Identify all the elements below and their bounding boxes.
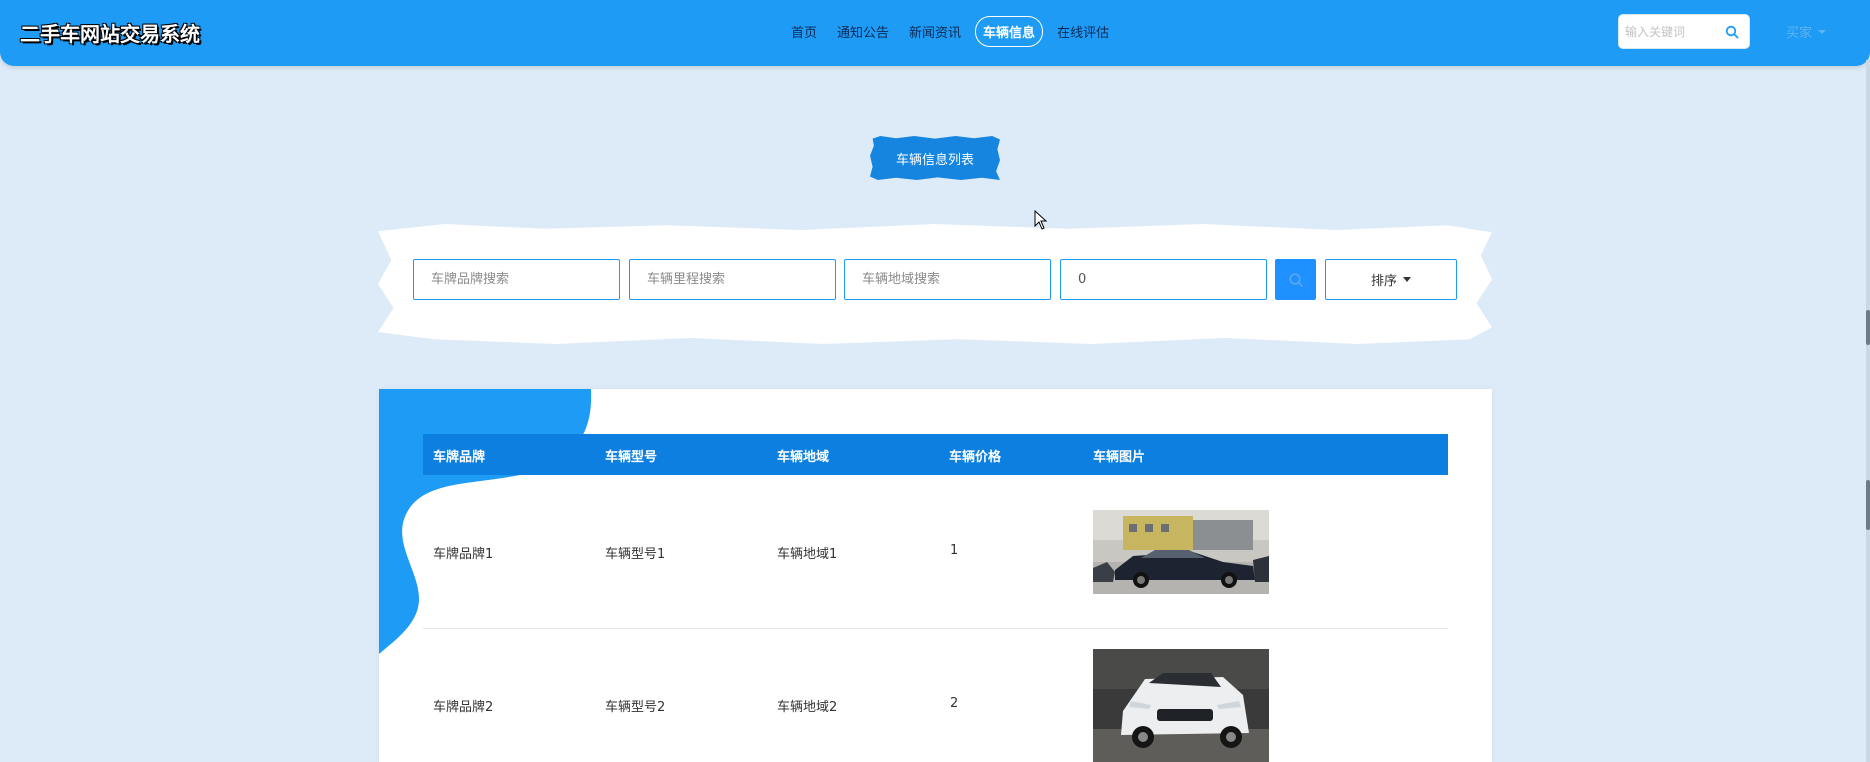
row-2-price[interactable]: 2 — [950, 696, 958, 711]
column-header-brand[interactable]: 车牌品牌 — [433, 446, 485, 465]
price-search-input[interactable] — [1060, 259, 1267, 300]
row-2-model[interactable]: 车辆型号2 — [605, 696, 665, 715]
mouse-cursor-icon — [1034, 210, 1048, 230]
table-header-row: 车牌品牌 车辆型号 车辆地域 车辆价格 车辆图片 — [423, 434, 1448, 475]
nav-item-vehicles[interactable]: 车辆信息 — [975, 15, 1044, 47]
user-menu-label: 买家 — [1786, 26, 1813, 41]
row-2-region[interactable]: 车辆地域2 — [777, 696, 837, 715]
row-1-brand[interactable]: 车牌品牌1 — [433, 543, 493, 562]
main-nav: 首页 通知公告 新闻资讯 车辆信息 在线评估 — [785, 15, 1115, 47]
caret-down-icon — [1403, 277, 1411, 282]
search-icon[interactable] — [1725, 25, 1739, 39]
mileage-search-input[interactable] — [629, 259, 836, 300]
user-menu[interactable]: 买家 — [1786, 22, 1827, 41]
brand-search-input[interactable] — [413, 259, 620, 300]
row-1-price[interactable]: 1 — [950, 543, 958, 558]
sort-label: 排序 — [1370, 274, 1397, 289]
nav-item-news[interactable]: 新闻资讯 — [903, 18, 967, 45]
chevron-down-icon — [1818, 29, 1827, 34]
header-search-input[interactable] — [1625, 23, 1725, 41]
row-2-brand[interactable]: 车牌品牌2 — [433, 696, 493, 715]
nav-item-notices[interactable]: 通知公告 — [831, 18, 895, 45]
region-search-input[interactable] — [844, 259, 1051, 300]
row-1-region[interactable]: 车辆地域1 — [777, 543, 837, 562]
nav-item-evaluation[interactable]: 在线评估 — [1051, 18, 1115, 45]
header-search-box — [1618, 14, 1750, 49]
site-title[interactable]: 二手车网站交易系统 — [20, 18, 200, 47]
column-header-price[interactable]: 车辆价格 — [949, 446, 1001, 465]
column-header-model[interactable]: 车辆型号 — [605, 446, 657, 465]
top-navbar: 二手车网站交易系统 首页 通知公告 新闻资讯 车辆信息 在线评估 买家 — [0, 0, 1870, 66]
section-title: 车辆信息列表 — [870, 136, 1000, 180]
column-header-region[interactable]: 车辆地域 — [777, 446, 829, 465]
row-2-car-image[interactable] — [1093, 649, 1269, 762]
sort-dropdown-button[interactable]: 排序 — [1325, 259, 1457, 300]
search-icon — [1288, 272, 1303, 287]
scrollbar-thumb[interactable] — [1866, 310, 1870, 345]
column-header-image[interactable]: 车辆图片 — [1093, 446, 1145, 465]
row-divider — [423, 628, 1448, 629]
search-button[interactable] — [1275, 259, 1316, 300]
scrollbar-thumb-secondary[interactable] — [1866, 480, 1870, 530]
page-scrollbar[interactable] — [1866, 60, 1870, 762]
decorative-blob — [379, 389, 592, 654]
vehicle-table-card: 车牌品牌 车辆型号 车辆地域 车辆价格 车辆图片 车牌品牌1 车辆型号1 车辆地… — [379, 389, 1492, 762]
nav-item-home[interactable]: 首页 — [785, 18, 823, 45]
row-1-model[interactable]: 车辆型号1 — [605, 543, 665, 562]
row-1-car-image[interactable] — [1093, 510, 1269, 594]
